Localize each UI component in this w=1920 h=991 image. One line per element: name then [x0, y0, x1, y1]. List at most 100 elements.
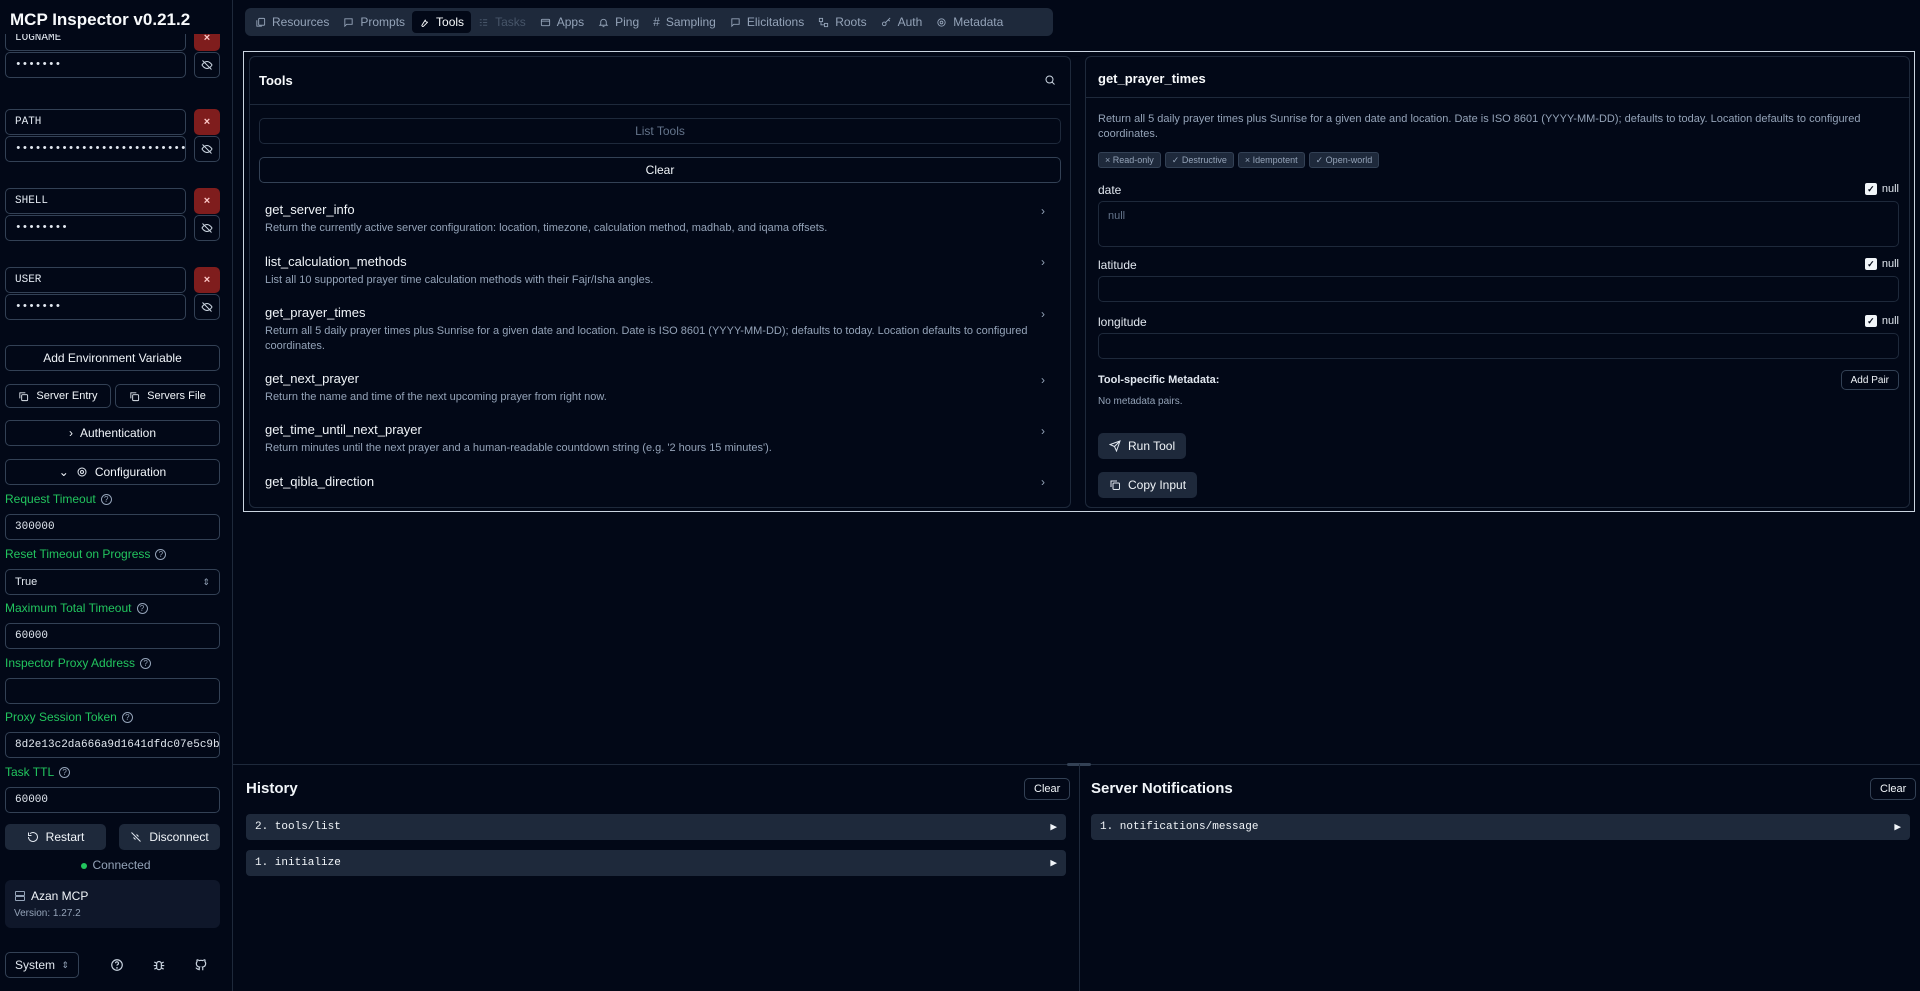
- tool-item[interactable]: get_server_info Return the currently act…: [265, 202, 1045, 236]
- help-icon[interactable]: ?: [155, 548, 167, 560]
- null-label: null: [1881, 315, 1899, 327]
- search-icon[interactable]: [1044, 74, 1056, 89]
- env-key-input[interactable]: LOGNAME: [5, 34, 186, 51]
- sidebar-scroll[interactable]: LOGNAME × ••••••• PATH × •••••••••••••••…: [0, 34, 232, 944]
- help-icon[interactable]: ?: [121, 711, 133, 723]
- tab-label: Roots: [835, 15, 867, 29]
- param-input-latitude[interactable]: [1098, 276, 1899, 302]
- null-checkbox-longitude[interactable]: ✓ null: [1864, 315, 1899, 327]
- help-icon[interactable]: ?: [59, 766, 71, 778]
- disconnect-button[interactable]: Disconnect: [119, 824, 220, 850]
- history-item[interactable]: 1. initialize ▶: [246, 850, 1066, 876]
- tool-description: Return minutes until the next prayer and…: [265, 442, 772, 454]
- param-label-date: date: [1098, 183, 1122, 197]
- tool-detail-panel: get_prayer_times Return all 5 daily pray…: [1085, 56, 1910, 508]
- tool-item[interactable]: get_next_prayer Return the name and time…: [265, 371, 1045, 405]
- env-key-input[interactable]: USER: [5, 267, 186, 293]
- eye-off-icon: [201, 302, 213, 312]
- tab-sampling[interactable]: # Sampling: [646, 11, 723, 33]
- env-value-input[interactable]: •••••••••••••••••••••••••••: [5, 136, 186, 162]
- authentication-toggle[interactable]: › Authentication: [5, 420, 220, 446]
- env-key-input[interactable]: PATH: [5, 109, 186, 135]
- chevron-updown-icon: ⇕: [202, 576, 210, 587]
- param-input-date[interactable]: null: [1098, 201, 1899, 247]
- add-pair-button[interactable]: Add Pair: [1840, 370, 1899, 390]
- restart-button[interactable]: Restart: [5, 824, 106, 850]
- tab-label: Tools: [436, 15, 465, 29]
- null-label: null: [1881, 258, 1899, 270]
- run-tool-button[interactable]: Run Tool: [1098, 433, 1187, 459]
- remove-env-button[interactable]: ×: [194, 267, 220, 293]
- null-checkbox-date[interactable]: ✓ null: [1864, 183, 1899, 195]
- help-icon[interactable]: ?: [140, 657, 152, 669]
- annotation-chips: × Read-only ✓ Destructive × Idempotent ✓…: [1098, 152, 1380, 168]
- tool-item[interactable]: get_qibla_direction: [265, 474, 1045, 489]
- tab-tools[interactable]: Tools: [412, 11, 472, 33]
- servers-file-button[interactable]: Servers File: [115, 384, 220, 408]
- tool-item[interactable]: get_prayer_times Return all 5 daily pray…: [265, 305, 1045, 354]
- tab-label: Ping: [615, 15, 640, 29]
- remove-env-button[interactable]: ×: [194, 188, 220, 214]
- list-tools-button[interactable]: List Tools: [259, 118, 1061, 144]
- proxy-address-input[interactable]: [5, 678, 220, 704]
- help-icon[interactable]: ?: [136, 602, 148, 614]
- env-value-input[interactable]: •••••••: [5, 294, 186, 320]
- tab-elicitations[interactable]: Elicitations: [723, 11, 811, 33]
- tab-ping[interactable]: Ping: [591, 11, 646, 33]
- tool-item[interactable]: get_time_until_next_prayer Return minute…: [265, 422, 1045, 456]
- tab-auth[interactable]: Auth: [874, 11, 930, 33]
- max-timeout-input[interactable]: 60000: [5, 623, 220, 649]
- tab-prompts[interactable]: Prompts: [336, 11, 412, 33]
- sidebar-footer: System ⇕: [0, 948, 232, 988]
- play-icon: ▶: [1050, 822, 1057, 834]
- tab-tasks[interactable]: Tasks: [471, 11, 533, 33]
- task-ttl-label: Task TTL?: [5, 765, 71, 779]
- clear-history-button[interactable]: Clear: [1024, 778, 1071, 800]
- remove-env-button[interactable]: ×: [194, 109, 220, 135]
- toggle-visibility-button[interactable]: [194, 52, 220, 78]
- null-label: null: [1881, 183, 1899, 195]
- param-input-longitude[interactable]: [1098, 333, 1899, 359]
- notification-item[interactable]: 1. notifications/message ▶: [1091, 814, 1910, 840]
- toggle-visibility-button[interactable]: [194, 294, 220, 320]
- request-timeout-input[interactable]: 300000: [5, 514, 220, 540]
- tool-item[interactable]: list_calculation_methods List all 10 sup…: [265, 254, 1045, 288]
- tool-name: get_qibla_direction: [265, 474, 375, 489]
- proxy-token-input[interactable]: 8d2e13c2da666a9d1641dfdc07e5c9b: [5, 732, 220, 758]
- env-value-input[interactable]: ••••••••: [5, 215, 186, 241]
- task-ttl-input[interactable]: 60000: [5, 787, 220, 813]
- tab-roots[interactable]: Roots: [811, 11, 873, 33]
- add-env-button[interactable]: Add Environment Variable: [5, 345, 220, 371]
- max-timeout-label: Maximum Total Timeout?: [5, 601, 148, 615]
- tools-list-panel: Tools List Tools Clear get_server_info R…: [249, 56, 1071, 508]
- env-key-input[interactable]: SHELL: [5, 188, 186, 214]
- tab-apps[interactable]: Apps: [533, 11, 591, 33]
- github-icon[interactable]: [194, 958, 208, 975]
- copy-icon: [130, 391, 140, 401]
- toggle-visibility-button[interactable]: [194, 215, 220, 241]
- clear-notifications-button[interactable]: Clear: [1870, 778, 1917, 800]
- toggle-visibility-button[interactable]: [194, 136, 220, 162]
- tab-resources[interactable]: Resources: [248, 11, 336, 33]
- tab-label: Tasks: [495, 15, 526, 29]
- copy-input-button[interactable]: Copy Input: [1098, 472, 1198, 498]
- proxy-token-label: Proxy Session Token?: [5, 710, 133, 724]
- configuration-toggle[interactable]: ⌄ Configuration: [5, 459, 220, 485]
- servers-file-label: Servers File: [147, 390, 206, 402]
- clear-tools-button[interactable]: Clear: [259, 157, 1061, 183]
- history-item[interactable]: 2. tools/list ▶: [246, 814, 1066, 840]
- help-circle-icon[interactable]: [110, 958, 124, 975]
- theme-select[interactable]: System ⇕: [5, 952, 79, 978]
- bug-icon[interactable]: [152, 958, 166, 975]
- env-value-input[interactable]: •••••••: [5, 52, 186, 78]
- help-icon[interactable]: ?: [100, 493, 112, 505]
- null-checkbox-latitude[interactable]: ✓ null: [1864, 258, 1899, 270]
- server-entry-button[interactable]: Server Entry: [5, 384, 111, 408]
- reset-timeout-select[interactable]: True ⇕: [5, 569, 220, 595]
- message-icon: [731, 17, 740, 27]
- remove-env-button[interactable]: ×: [194, 34, 220, 51]
- notifications-title: Server Notifications: [1091, 780, 1233, 797]
- checkbox-checked-icon: ✓: [1864, 183, 1877, 195]
- tab-metadata[interactable]: Metadata: [929, 11, 1010, 33]
- tab-label: Apps: [556, 15, 585, 29]
